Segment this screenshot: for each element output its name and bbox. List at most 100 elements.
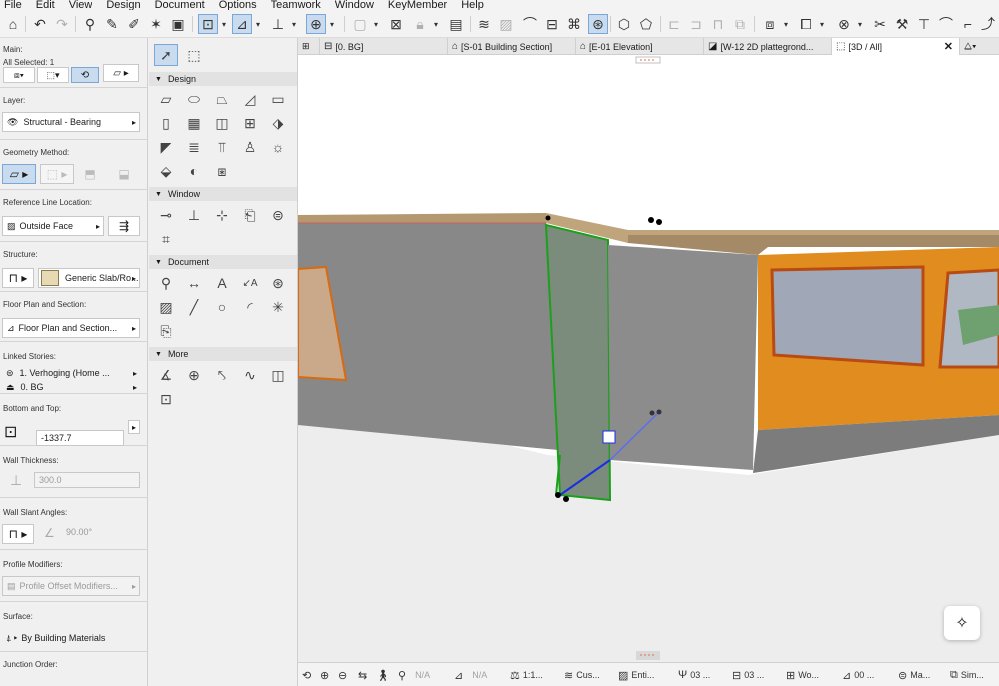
rotate-icon[interactable]: ⟲ — [71, 67, 99, 83]
rotate-view-icon[interactable]: ⟲ — [302, 667, 314, 683]
hatch-tool-icon[interactable]: ▨ — [154, 296, 178, 318]
slant-input[interactable]: 90.00° — [62, 524, 140, 540]
stair-tool-icon[interactable]: ◤ — [154, 136, 178, 158]
linear-dimension-tool-icon[interactable]: ↔ — [182, 272, 206, 294]
tab-section[interactable]: ⌂ [S-01 Building Section] — [448, 38, 576, 55]
hotspot-tool-icon[interactable]: ✳ — [266, 296, 290, 318]
roof-tool-icon[interactable]: ⏢ — [210, 88, 234, 110]
zone-tool-icon[interactable]: ⬙ — [154, 160, 178, 182]
surface-selector[interactable]: ⍋ ▸ By Building Materials — [2, 628, 140, 648]
door-tool-icon[interactable]: ◫ — [210, 112, 234, 134]
trapezoid-wall-icon[interactable]: ⬚ ▸ — [40, 164, 74, 184]
offset-icon[interactable]: ⤴ — [978, 14, 998, 34]
tab-worksheet[interactable]: ◪ [W-12 2D plattegrond... — [704, 38, 832, 55]
trim-dropdown-icon[interactable]: ▾ — [818, 14, 826, 34]
walk-icon[interactable]: 🚶︎ — [376, 667, 393, 683]
window-tool-icon[interactable]: ⊞ — [238, 112, 262, 134]
eyedropper-icon[interactable]: ✎ — [102, 14, 122, 34]
fill-tool-icon[interactable]: ⊛ — [266, 272, 290, 294]
camera-icon[interactable]: ⊟ — [542, 14, 562, 34]
bottom-offset-input[interactable]: -1337.7 — [36, 430, 124, 446]
zoom-in-icon[interactable]: ⊕ — [320, 667, 332, 683]
angle-dimension-tool-icon[interactable]: ∡ — [154, 364, 178, 386]
scale-field[interactable]: ⚖ 1:1... — [510, 667, 543, 683]
text-tool-icon[interactable]: A — [210, 272, 234, 294]
wall-shape-icon[interactable]: ▱ ▸ — [103, 64, 139, 82]
top-story-selector[interactable]: ⊜ 1. Verhoging (Home ... ▸ — [2, 366, 140, 380]
menu-document[interactable]: Document — [155, 0, 205, 10]
window-header[interactable]: ▼ Window — [149, 187, 297, 201]
solid-ops-icon[interactable]: ⧈ — [760, 14, 780, 34]
beam-tool-icon[interactable]: ⫪ — [210, 136, 234, 158]
magic-wand-icon[interactable]: ✶ — [146, 14, 166, 34]
construction-dropdown-icon[interactable]: ▾ — [254, 14, 262, 34]
zoom-field[interactable]: ⚲ N/A — [398, 667, 430, 683]
line-tool-icon[interactable]: ╱ — [182, 296, 206, 318]
radial-dimension-tool-icon[interactable]: ⊕ — [182, 364, 206, 386]
display-field[interactable]: ⊞ Wo... — [786, 667, 819, 683]
menu-teamwork[interactable]: Teamwork — [271, 0, 321, 10]
marquee-tool-icon[interactable]: ⬚ — [182, 44, 206, 66]
sphere-dropdown-icon[interactable]: ▾ — [856, 14, 864, 34]
mesh-tool-icon[interactable]: ⬗ — [266, 112, 290, 134]
design-header[interactable]: ▼ Design — [149, 72, 297, 86]
syringe-icon[interactable]: ✐ — [124, 14, 144, 34]
circle-tool-icon[interactable]: ○ — [210, 296, 234, 318]
object-tool-icon[interactable]: ♙ — [238, 136, 262, 158]
morph-tool-icon[interactable]: ◐ — [182, 160, 206, 182]
suspend-groups-icon[interactable]: ⊠ — [386, 14, 406, 34]
scissors-icon[interactable]: ✂ — [870, 14, 890, 34]
skylight-tool-icon[interactable]: ⧆ — [210, 160, 234, 182]
orbit-icon[interactable]: ⊛ — [588, 14, 608, 34]
menu-edit[interactable]: Edit — [36, 0, 55, 10]
align-left-icon[interactable]: ⊏ — [664, 14, 684, 34]
picture-tool-icon[interactable]: ⊡ — [154, 388, 178, 410]
model-view-field[interactable]: ▨ Enti... — [618, 667, 654, 683]
grid-dropdown-icon[interactable]: ▾ — [290, 14, 298, 34]
render-icon[interactable]: ⌘ — [564, 14, 584, 34]
pen-field[interactable]: ⊿ 00 ... — [842, 667, 874, 683]
lamp-tool-icon[interactable]: ☼ — [266, 136, 290, 158]
fly-icon[interactable]: ⬠ — [636, 14, 656, 34]
tab-elevation[interactable]: ⌂ [E-01 Elevation] — [576, 38, 704, 55]
floorplan-selector[interactable]: ⊿ Floor Plan and Section... ▸ — [2, 318, 140, 338]
basic-structure-icon[interactable]: ⊓ ▸ — [2, 268, 34, 288]
marquee-icon[interactable]: ⬚▾ — [37, 67, 69, 83]
pick-up-icon[interactable]: ▣ — [168, 14, 188, 34]
snap-dropdown-icon[interactable]: ▾ — [220, 14, 228, 34]
lock-dropdown-icon[interactable]: ▾ — [432, 14, 440, 34]
sphere-icon[interactable]: ⊗ — [834, 14, 854, 34]
home-icon[interactable]: ⌂ — [3, 14, 23, 34]
layer-selector[interactable]: 👁︎ Structural - Bearing ▸ — [2, 112, 140, 132]
curtain-wall-tool-icon[interactable]: ⬭ — [182, 88, 206, 110]
tab-floorplan[interactable]: ⊟ [0. BG] — [320, 38, 448, 55]
menu-keymember[interactable]: KeyMember — [388, 0, 447, 10]
navigator-icon[interactable]: ✧ — [944, 606, 980, 640]
slab-tool-icon[interactable]: ▭ — [266, 88, 290, 110]
group-dropdown-icon[interactable]: ▾ — [372, 14, 380, 34]
hatch-icon[interactable]: ▨ — [496, 14, 516, 34]
dimension-tool-icon[interactable]: ⚲ — [154, 272, 178, 294]
menu-window[interactable]: Window — [335, 0, 374, 10]
element-type-icon[interactable]: ⧈▾ — [3, 67, 35, 83]
flip-refline-icon[interactable]: ⇶ — [108, 216, 140, 236]
worksheet-tool-icon[interactable]: ⎗ — [238, 204, 262, 226]
profile-selector[interactable]: ▤ Profile Offset Modifiers... ▸ — [2, 576, 140, 596]
explore-icon[interactable]: ⬡ — [614, 14, 634, 34]
undo-icon[interactable]: ↶ — [30, 14, 50, 34]
trim-icon[interactable]: ⧠ — [796, 14, 816, 34]
vertical-wall-icon[interactable]: ⊓ ▸ — [2, 524, 34, 544]
find-select-icon[interactable]: ⚲ — [80, 14, 100, 34]
layer-combo-field[interactable]: ≋ Cus... — [564, 667, 600, 683]
arc-tool-icon[interactable]: ◜ — [238, 296, 262, 318]
sim-field[interactable]: ⧉ Sim... — [950, 667, 984, 683]
bottom-story-selector[interactable]: ⏏ 0. BG ▸ — [2, 380, 140, 394]
straight-wall-icon[interactable]: ▱ ▸ — [2, 164, 36, 184]
column-tool-icon[interactable]: ▯ — [154, 112, 178, 134]
label-tool-icon[interactable]: ↙A — [238, 272, 262, 294]
stack-icon[interactable]: ⧉ — [730, 14, 750, 34]
redo-icon[interactable]: ↷ — [52, 14, 72, 34]
snap-guides-icon[interactable]: ⊡ — [198, 14, 218, 34]
drawing-tool-icon[interactable]: ⎘ — [154, 320, 178, 342]
wrench-icon[interactable]: ⚒ — [892, 14, 912, 34]
